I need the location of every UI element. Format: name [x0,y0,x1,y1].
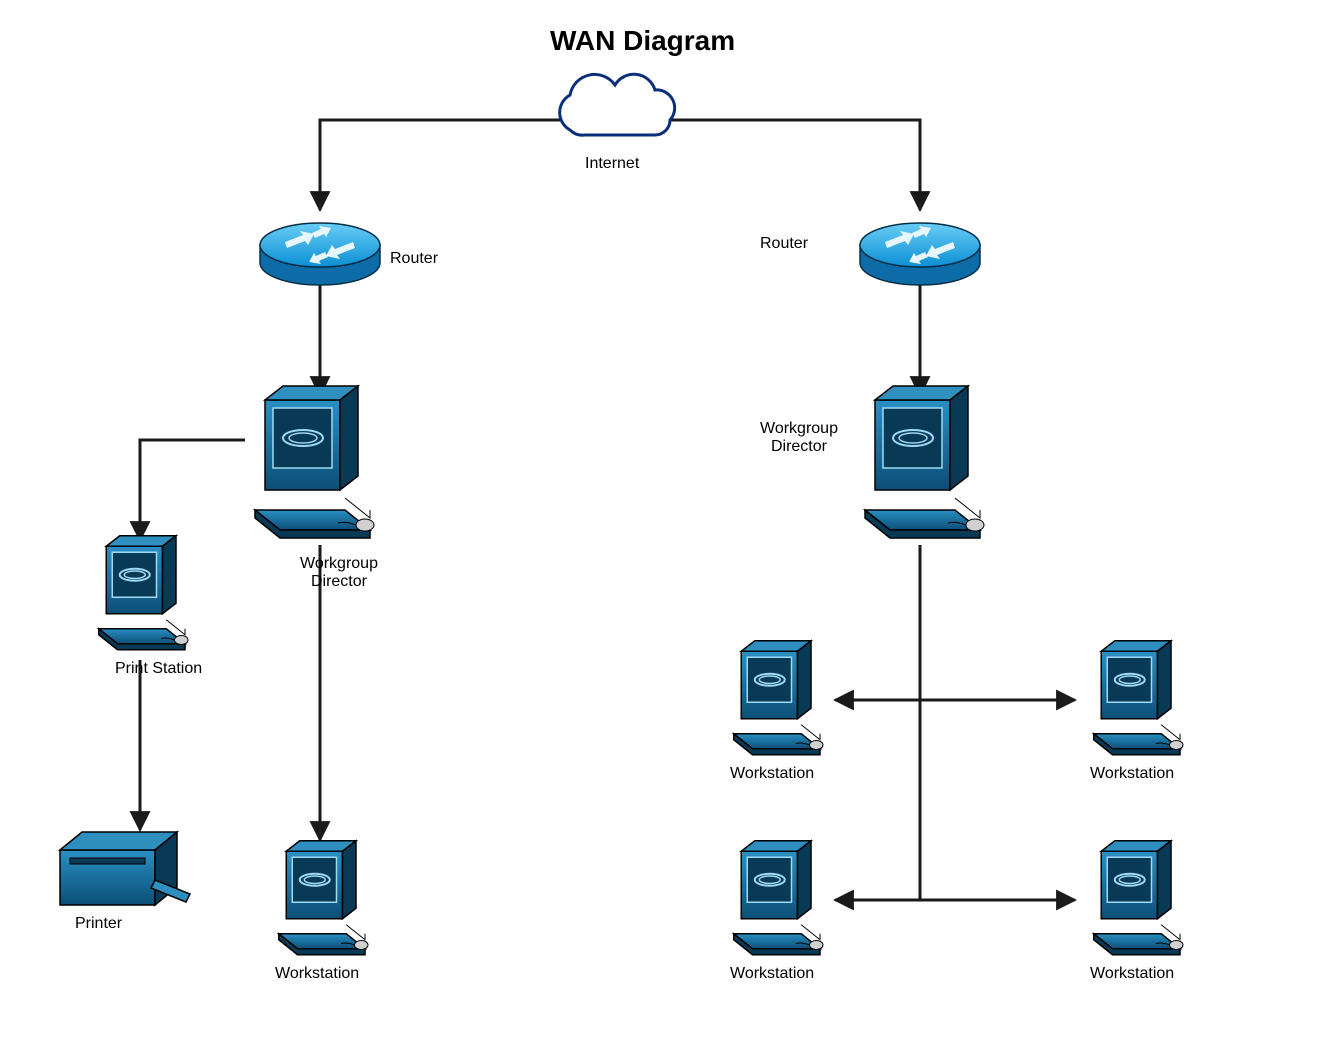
computer-icon [1094,641,1183,755]
router-icon [860,223,980,285]
router1-label: Router [390,250,438,268]
ws4-label: Workstation [730,965,814,983]
ws3-label: Workstation [1090,765,1174,783]
ws2-label: Workstation [730,765,814,783]
edge-internet-router1 [320,120,570,210]
router2-label: Router [760,235,808,253]
wgdir2-label: Workgroup Director [760,420,838,456]
computer-icon [99,536,188,650]
internet-label: Internet [585,155,639,173]
edge-wgdir1-printstn [140,440,245,540]
printer-label: Printer [75,915,122,933]
printer-icon [60,832,190,905]
wgdir1-label: Workgroup Director [300,555,378,591]
ws5-label: Workstation [1090,965,1174,983]
computer-icon [255,386,374,538]
diagram-svg [0,0,1331,1041]
cloud-icon [560,74,675,135]
diagram-canvas: WAN Diagram Internet Router Router Workg… [0,0,1331,1041]
router-icon [260,223,380,285]
computer-icon [279,841,368,955]
computer-icon [734,641,823,755]
printstn-label: Print Station [115,660,202,678]
ws1-label: Workstation [275,965,359,983]
computer-icon [865,386,984,538]
edge-internet-router2 [670,120,920,210]
nodes-layer [60,74,1183,955]
computer-icon [734,841,823,955]
computer-icon [1094,841,1183,955]
